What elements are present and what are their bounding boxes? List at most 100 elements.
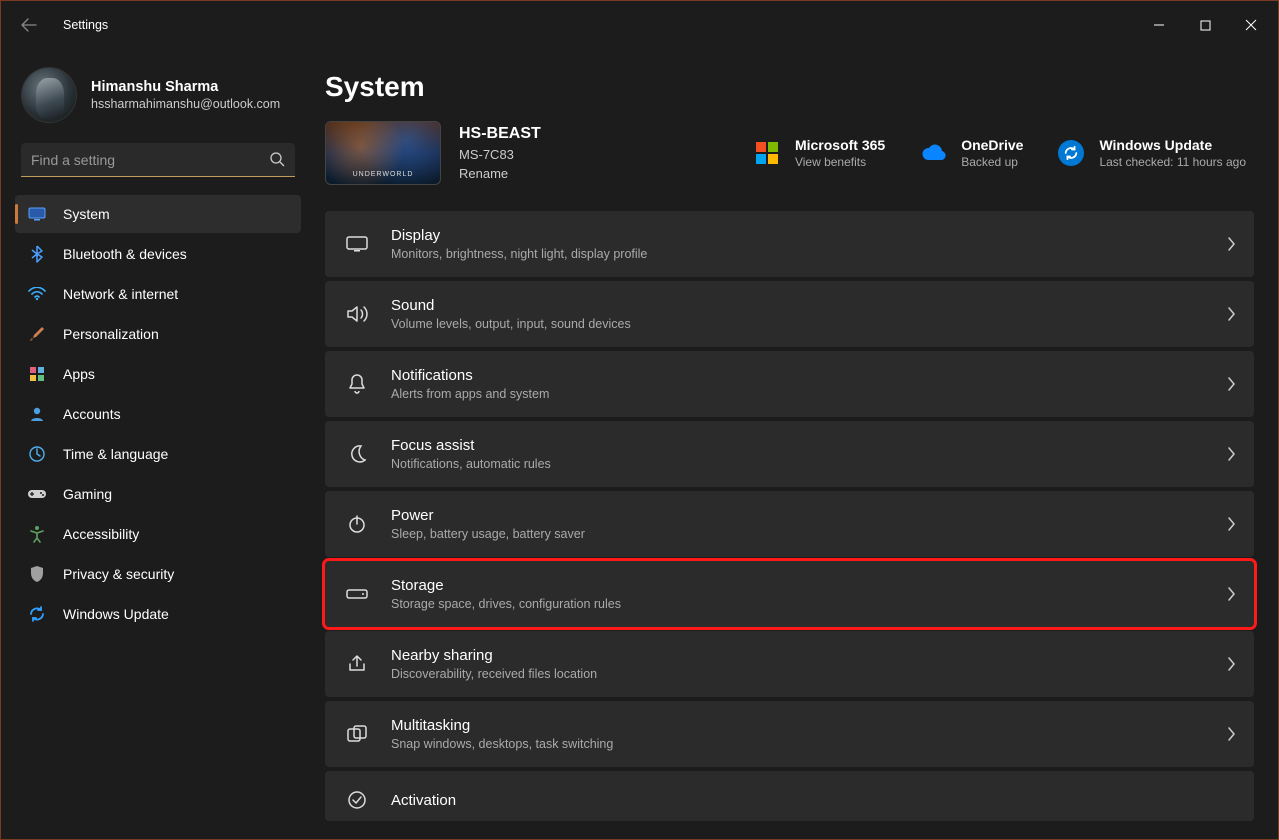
bell-icon <box>343 370 371 398</box>
sidebar-item-label: Network & internet <box>63 286 178 302</box>
close-button[interactable] <box>1228 9 1274 41</box>
card-focus-assist[interactable]: Focus assist Notifications, automatic ru… <box>325 421 1254 487</box>
sidebar-item-personalization[interactable]: Personalization <box>15 315 301 353</box>
sidebar-item-bluetooth[interactable]: Bluetooth & devices <box>15 235 301 273</box>
apps-icon <box>27 364 47 384</box>
system-cards: Display Monitors, brightness, night ligh… <box>325 211 1254 821</box>
header-link-title: Microsoft 365 <box>795 137 885 153</box>
card-subtitle: Monitors, brightness, night light, displ… <box>391 247 1206 261</box>
paintbrush-icon <box>27 324 47 344</box>
onedrive-icon <box>919 139 947 167</box>
app-title: Settings <box>63 18 108 32</box>
chevron-right-icon <box>1226 237 1236 251</box>
windows-update-icon <box>1057 139 1085 167</box>
sidebar-item-label: Bluetooth & devices <box>63 246 187 262</box>
profile-block[interactable]: Himanshu Sharma hssharmahimanshu@outlook… <box>15 61 301 141</box>
sound-icon <box>343 300 371 328</box>
window-controls <box>1136 9 1274 41</box>
sidebar-item-label: Gaming <box>63 486 112 502</box>
card-multitasking[interactable]: Multitasking Snap windows, desktops, tas… <box>325 701 1254 767</box>
device-name: HS-BEAST <box>459 125 541 143</box>
card-subtitle: Notifications, automatic rules <box>391 457 1206 471</box>
multitask-icon <box>343 720 371 748</box>
card-title: Display <box>391 227 1206 244</box>
sidebar-item-label: System <box>63 206 110 222</box>
clock-globe-icon <box>27 444 47 464</box>
header-link-sub: Backed up <box>961 155 1023 169</box>
sidebar-item-accounts[interactable]: Accounts <box>15 395 301 433</box>
sidebar-item-label: Privacy & security <box>63 566 174 582</box>
gamepad-icon <box>27 484 47 504</box>
sidebar-item-label: Apps <box>63 366 95 382</box>
card-title: Storage <box>391 577 1206 594</box>
bluetooth-icon <box>27 244 47 264</box>
device-info: HS-BEAST MS-7C83 Rename <box>459 125 541 181</box>
sidebar-item-label: Personalization <box>63 326 159 342</box>
card-power[interactable]: Power Sleep, battery usage, battery save… <box>325 491 1254 557</box>
system-header-row: HS-BEAST MS-7C83 Rename Microsoft 365 Vi… <box>325 121 1254 185</box>
settings-window: Settings Himanshu Sharma hssharmahimansh… <box>0 0 1279 840</box>
page-title: System <box>325 71 1254 103</box>
card-notifications[interactable]: Notifications Alerts from apps and syste… <box>325 351 1254 417</box>
sidebar-item-apps[interactable]: Apps <box>15 355 301 393</box>
card-nearby-sharing[interactable]: Nearby sharing Discoverability, received… <box>325 631 1254 697</box>
minimize-button[interactable] <box>1136 9 1182 41</box>
person-icon <box>27 404 47 424</box>
wifi-icon <box>27 284 47 304</box>
sidebar-item-label: Accessibility <box>63 526 139 542</box>
accessibility-icon <box>27 524 47 544</box>
maximize-button[interactable] <box>1182 9 1228 41</box>
titlebar: Settings <box>1 1 1278 49</box>
profile-text: Himanshu Sharma hssharmahimanshu@outlook… <box>91 79 280 111</box>
device-thumbnail[interactable] <box>325 121 441 185</box>
header-link-windows-update[interactable]: Windows Update Last checked: 11 hours ag… <box>1049 133 1254 173</box>
minimize-icon <box>1153 19 1165 31</box>
sidebar-item-privacy[interactable]: Privacy & security <box>15 555 301 593</box>
card-storage[interactable]: Storage Storage space, drives, configura… <box>325 561 1254 627</box>
search-input[interactable] <box>21 143 295 177</box>
search-box[interactable] <box>21 143 295 177</box>
card-title: Multitasking <box>391 717 1206 734</box>
windows-update-icon <box>27 604 47 624</box>
search-icon <box>269 151 285 167</box>
card-sound[interactable]: Sound Volume levels, output, input, soun… <box>325 281 1254 347</box>
check-circle-icon <box>343 786 371 814</box>
header-link-ms365[interactable]: Microsoft 365 View benefits <box>745 133 893 173</box>
display-icon <box>343 230 371 258</box>
sidebar-item-label: Accounts <box>63 406 121 422</box>
system-icon <box>27 204 47 224</box>
card-title: Sound <box>391 297 1206 314</box>
header-link-onedrive[interactable]: OneDrive Backed up <box>911 133 1031 173</box>
back-button[interactable] <box>9 5 49 45</box>
close-icon <box>1245 19 1257 31</box>
profile-name: Himanshu Sharma <box>91 79 280 95</box>
chevron-right-icon <box>1226 447 1236 461</box>
storage-icon <box>343 580 371 608</box>
chevron-right-icon <box>1226 517 1236 531</box>
card-subtitle: Alerts from apps and system <box>391 387 1206 401</box>
sidebar-item-gaming[interactable]: Gaming <box>15 475 301 513</box>
power-icon <box>343 510 371 538</box>
profile-email: hssharmahimanshu@outlook.com <box>91 97 280 111</box>
header-link-title: Windows Update <box>1099 137 1246 153</box>
card-title: Focus assist <box>391 437 1206 454</box>
header-link-title: OneDrive <box>961 137 1023 153</box>
main-content[interactable]: System HS-BEAST MS-7C83 Rename Microsoft… <box>311 49 1278 839</box>
maximize-icon <box>1200 20 1211 31</box>
card-title: Nearby sharing <box>391 647 1206 664</box>
sidebar-item-time-language[interactable]: Time & language <box>15 435 301 473</box>
moon-icon <box>343 440 371 468</box>
sidebar-item-windows-update[interactable]: Windows Update <box>15 595 301 633</box>
rename-link[interactable]: Rename <box>459 166 541 181</box>
sidebar-item-network[interactable]: Network & internet <box>15 275 301 313</box>
sidebar-item-accessibility[interactable]: Accessibility <box>15 515 301 553</box>
card-display[interactable]: Display Monitors, brightness, night ligh… <box>325 211 1254 277</box>
card-subtitle: Snap windows, desktops, task switching <box>391 737 1206 751</box>
sidebar-item-label: Time & language <box>63 446 168 462</box>
card-subtitle: Volume levels, output, input, sound devi… <box>391 317 1206 331</box>
card-activation[interactable]: Activation <box>325 771 1254 821</box>
shield-icon <box>27 564 47 584</box>
card-subtitle: Storage space, drives, configuration rul… <box>391 597 1206 611</box>
sidebar-item-system[interactable]: System <box>15 195 301 233</box>
avatar <box>21 67 77 123</box>
